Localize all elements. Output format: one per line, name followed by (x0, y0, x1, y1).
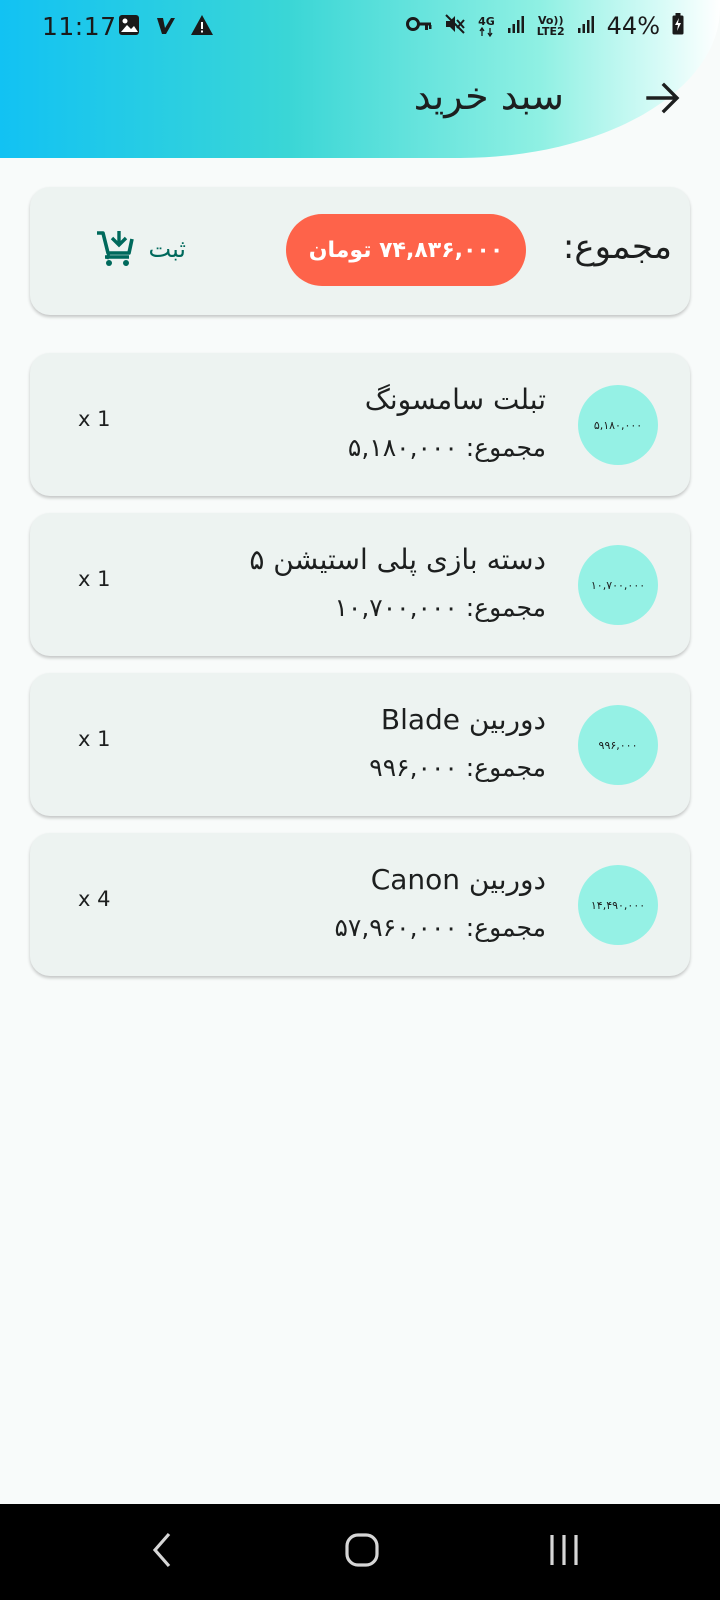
item-quantity: x 1 (78, 567, 111, 591)
nav-recents-icon (547, 1533, 581, 1571)
total-label: مجموع: (562, 227, 672, 267)
total-amount-badge: ۷۴,۸۳۶,۰۰۰ تومان (286, 214, 526, 286)
nav-home-button[interactable] (340, 1532, 384, 1572)
item-quantity: x 4 (78, 887, 111, 911)
app-bar: سبد خرید (0, 56, 720, 146)
status-time: 11:17 (42, 12, 117, 41)
back-arrow-icon (644, 80, 680, 120)
item-quantity: x 1 (78, 727, 111, 751)
item-quantity: x 1 (78, 407, 111, 431)
item-total: مجموع: ۱۰,۷۰۰,۰۰۰ (334, 593, 546, 622)
unit-price-badge: ۱۰,۷۰۰,۰۰۰ (578, 545, 658, 625)
page-title: سبد خرید (413, 74, 564, 118)
item-total: مجموع: ۵۷,۹۶۰,۰۰۰ (334, 913, 546, 942)
unit-price-badge: ۱۴,۴۹۰,۰۰۰ (578, 865, 658, 945)
gallery-icon (118, 14, 140, 40)
nav-back-icon (150, 1532, 174, 1572)
status-system-icons: 4G Vo)) LTE2 44% (406, 12, 684, 40)
item-total: مجموع: ۵,۱۸۰,۰۰۰ (347, 433, 546, 462)
add-shopping-cart-icon (95, 227, 135, 271)
warning-icon (190, 14, 214, 40)
item-name: دسته بازی پلی استیشن ۵ (249, 543, 546, 576)
mute-icon (444, 13, 466, 39)
vpn-key-icon (406, 15, 432, 37)
status-bar: 11:17 4G Vo)) LTE2 44% (0, 0, 720, 56)
item-name: دوربین Blade (380, 703, 546, 736)
cart-summary-card: مجموع: ۷۴,۸۳۶,۰۰۰ تومان ثبت (30, 187, 690, 315)
item-name: تبلت سامسونگ (364, 383, 546, 416)
item-name: دوربین Canon (370, 863, 546, 896)
checkout-button[interactable]: ثبت (66, 225, 186, 273)
item-total: مجموع: ۹۹۶,۰۰۰ (369, 753, 546, 782)
signal-strength-icon (507, 14, 525, 38)
unit-price-badge: ۵,۱۸۰,۰۰۰ (578, 385, 658, 465)
signal-strength-2-icon (577, 14, 595, 38)
cart-item[interactable]: ۱۰,۷۰۰,۰۰۰ دسته بازی پلی استیشن ۵ مجموع:… (30, 513, 690, 656)
back-button[interactable] (640, 78, 684, 122)
cart-item[interactable]: ۱۴,۴۹۰,۰۰۰ دوربین Canon مجموع: ۵۷,۹۶۰,۰۰… (30, 833, 690, 976)
cart-item[interactable]: ۵,۱۸۰,۰۰۰ تبلت سامسونگ مجموع: ۵,۱۸۰,۰۰۰ … (30, 353, 690, 496)
nav-recents-button[interactable] (542, 1532, 586, 1572)
system-navigation-bar (0, 1504, 720, 1600)
status-notification-icons (118, 14, 214, 40)
battery-charging-icon (672, 13, 684, 39)
check-icon (154, 14, 176, 40)
nav-home-icon (344, 1532, 380, 1572)
nav-back-button[interactable] (140, 1532, 184, 1572)
cart-item[interactable]: ۹۹۶,۰۰۰ دوربین Blade مجموع: ۹۹۶,۰۰۰ x 1 (30, 673, 690, 816)
volte-indicator: Vo)) LTE2 (536, 14, 565, 38)
battery-percentage: 44% (606, 12, 660, 40)
network-type-4g: 4G (478, 16, 495, 37)
checkout-label: ثبت (148, 235, 187, 263)
unit-price-badge: ۹۹۶,۰۰۰ (578, 705, 658, 785)
